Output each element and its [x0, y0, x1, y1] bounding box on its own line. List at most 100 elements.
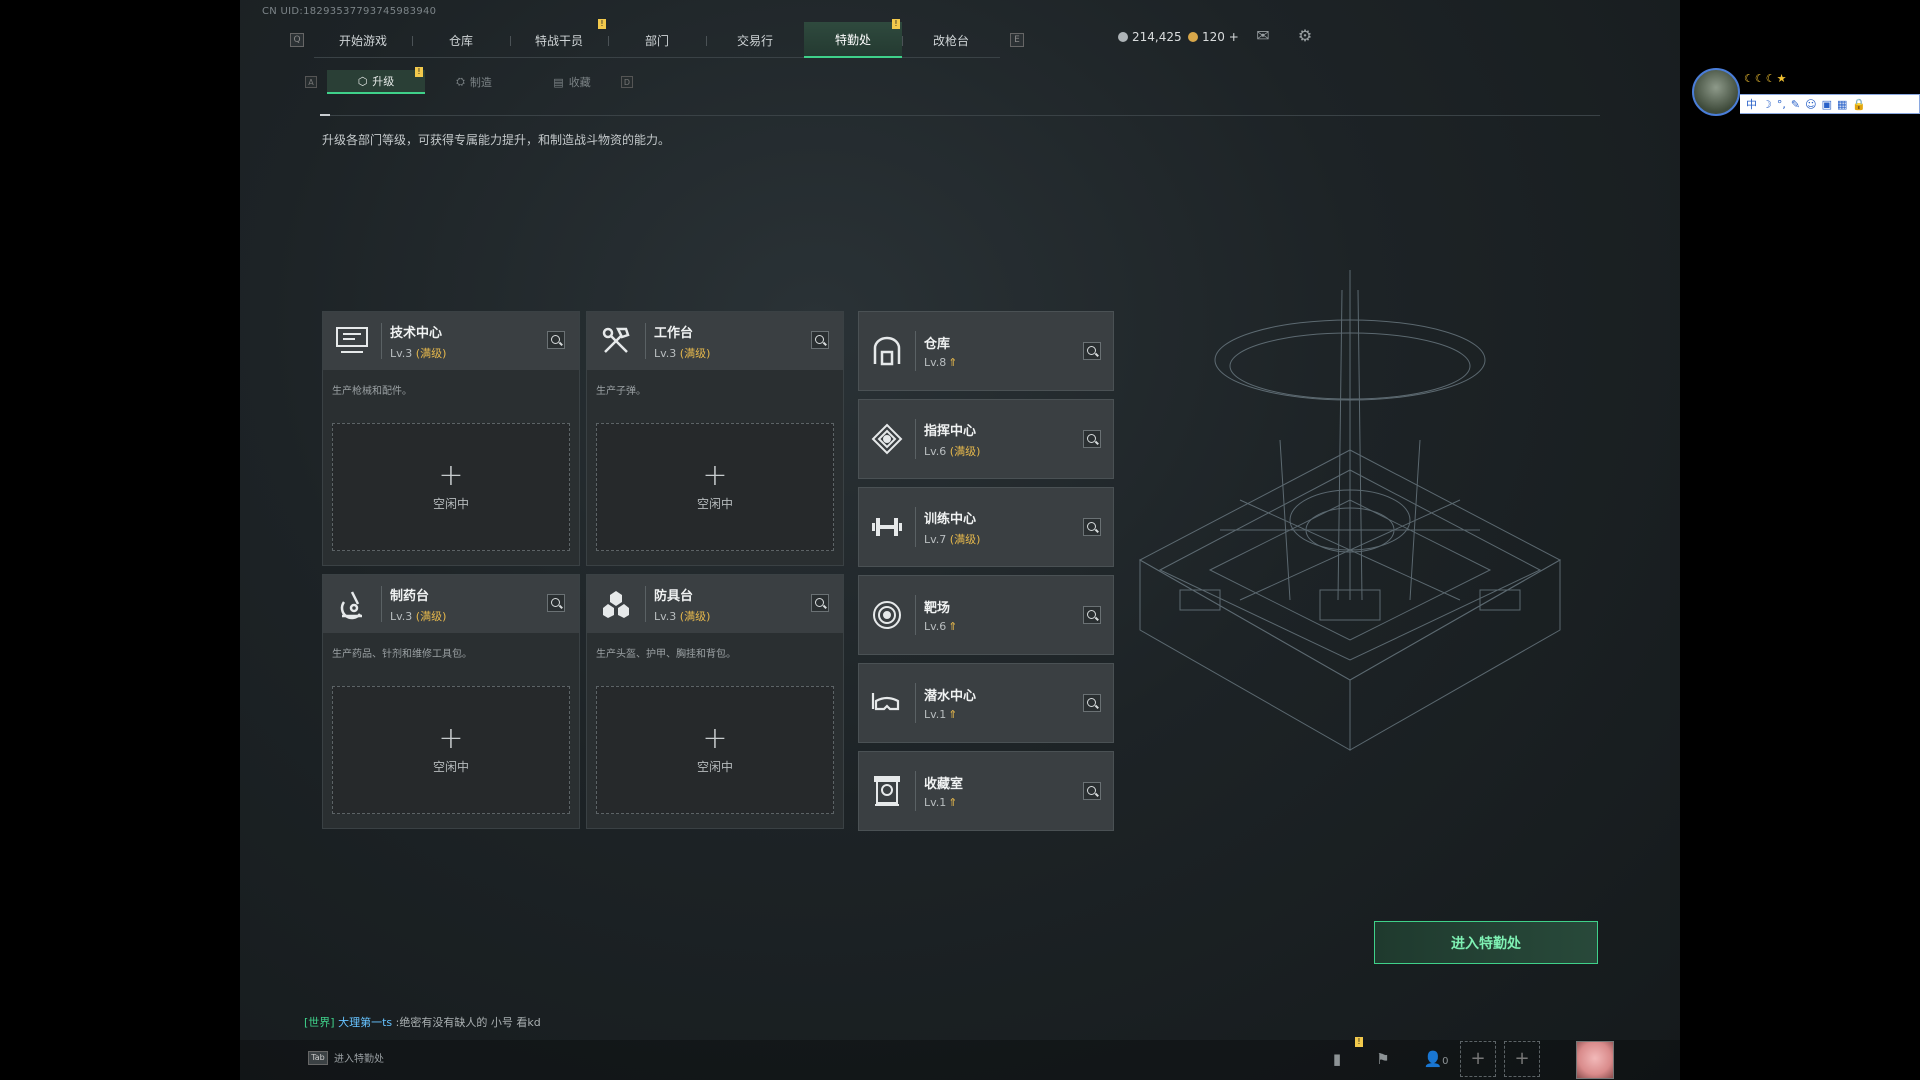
nav-tab-label: 开始游戏 [338, 33, 387, 48]
department-level: Lv.6 (满级) [924, 443, 980, 459]
department-item[interactable]: 靶场 Lv.6 ⇑ [858, 575, 1114, 655]
card-level: Lv.3 (满级) [654, 345, 710, 361]
card-header[interactable]: 制药台 Lv.3 (满级) [323, 575, 579, 633]
level-value: Lv.8 [924, 356, 947, 369]
gold-coin-icon [1188, 32, 1198, 42]
chat-line[interactable]: [世界] 大理第一ts :绝密有没有缺人的 小号 看kd [304, 1014, 541, 1030]
divider [915, 507, 916, 547]
team-slot-1[interactable]: + [1460, 1041, 1496, 1077]
divider [915, 419, 916, 459]
notification-marker: ! [415, 67, 423, 77]
slot-status: 空闲中 [432, 496, 469, 511]
max-level-label: (满级) [679, 346, 711, 360]
nav-tab-2[interactable]: 特战干员! [510, 19, 608, 58]
card-description: 生产枪械和配件。 [332, 386, 412, 397]
production-slot[interactable]: + 空闲中 [596, 686, 834, 814]
notification-marker: ! [598, 19, 606, 29]
overlay-toolbar[interactable]: 中 ☽ °, ✎ ☺ ▣ ▦ 🔒 [1740, 94, 1920, 114]
card-header[interactable]: 技术中心 Lv.3 (满级) [323, 312, 579, 370]
nav-tab-3[interactable]: 部门 [608, 22, 706, 58]
card-header[interactable]: 工作台 Lv.3 (满级) [587, 312, 843, 370]
production-slot[interactable]: + 空闲中 [596, 423, 834, 551]
subnav-next-key[interactable]: D [621, 76, 633, 88]
punctuation-icon[interactable]: °, [1777, 98, 1786, 111]
nav-next-key[interactable]: E [1010, 33, 1024, 47]
card-level: Lv.3 (满级) [390, 608, 446, 624]
overlay-rank-icons: ☾☾☾★ [1744, 72, 1788, 85]
slot-status: 空闲中 [696, 759, 733, 774]
sub-tab-0[interactable]: ⬡ 升级! [327, 67, 425, 94]
tools-icon [587, 312, 645, 370]
nav-tab-5[interactable]: 特勤处! [804, 19, 902, 58]
max-level-label: (满级) [415, 346, 447, 360]
lock-icon[interactable]: 🔒 [1852, 98, 1866, 111]
notification-marker: ! [892, 19, 900, 29]
sub-nav: A ⬡ 升级! ⛭ 制造 ▤ 收藏 D [305, 67, 633, 94]
nav-tab-6[interactable]: 改枪台 [902, 22, 1000, 58]
nav-tab-label: 特勤处 [834, 32, 871, 47]
chat-channel: [世界] [304, 1016, 335, 1029]
grid-icon[interactable]: ▦ [1837, 98, 1847, 111]
shirt-icon[interactable]: ▣ [1822, 98, 1832, 111]
stats-icon[interactable]: ▮ [1326, 1048, 1348, 1070]
department-level: Lv.1 ⇑ [924, 708, 976, 721]
sub-tab-label: 升级 [372, 75, 395, 88]
level-value: Lv.3 [390, 609, 413, 623]
sub-tab-1[interactable]: ⛭ 制造 [425, 70, 523, 94]
department-item[interactable]: 潜水中心 Lv.1 ⇑ [858, 663, 1114, 743]
player-avatar[interactable] [1576, 1041, 1614, 1079]
department-item[interactable]: 收藏室 Lv.1 ⇑ [858, 751, 1114, 831]
moon-icon[interactable]: ☽ [1762, 98, 1772, 111]
search-icon[interactable] [1083, 782, 1101, 800]
production-slot[interactable]: + 空闲中 [332, 423, 570, 551]
command-icon [859, 399, 915, 479]
production-card: 制药台 Lv.3 (满级) 生产药品、针剂和维修工具包。 + 空闲中 [322, 574, 580, 829]
plus-icon: + [438, 457, 464, 493]
search-icon[interactable] [1083, 342, 1101, 360]
card-header[interactable]: 防具台 Lv.3 (满级) [587, 575, 843, 633]
team-slot-2[interactable]: + [1504, 1041, 1540, 1077]
ime-chinese-icon[interactable]: 中 [1746, 96, 1757, 112]
nav-tab-label: 改枪台 [932, 33, 969, 48]
department-item[interactable]: 指挥中心 Lv.6 (满级) [858, 399, 1114, 479]
search-icon[interactable] [811, 594, 829, 612]
department-item[interactable]: 训练中心 Lv.7 (满级) [858, 487, 1114, 567]
tab-hint[interactable]: Tab 进入特勤处 [308, 1050, 384, 1065]
level-value: Lv.1 [924, 796, 947, 809]
wrench-icon[interactable]: ✎ [1791, 98, 1800, 111]
search-icon[interactable] [1083, 430, 1101, 448]
search-icon[interactable] [811, 331, 829, 349]
gear-icon[interactable]: ⚙ [1295, 28, 1315, 44]
friends-icon[interactable]: 👤0 [1416, 1048, 1456, 1070]
chat-sender[interactable]: 大理第一ts [338, 1016, 392, 1029]
search-icon[interactable] [547, 331, 565, 349]
level-value: Lv.3 [654, 346, 677, 360]
smiley-icon[interactable]: ☺ [1805, 98, 1816, 111]
department-title: 仓库 [924, 337, 951, 352]
subnav-prev-key[interactable]: A [305, 76, 317, 88]
nav-prev-key[interactable]: Q [290, 33, 304, 47]
production-slot[interactable]: + 空闲中 [332, 686, 570, 814]
sub-tab-2[interactable]: ▤ 收藏 [523, 70, 621, 94]
card-description: 生产子弹。 [596, 386, 646, 397]
search-icon[interactable] [1083, 518, 1101, 536]
gold-currency[interactable]: 120 + [1188, 30, 1239, 44]
level-value: Lv.3 [654, 609, 677, 623]
sub-tab-label: 制造 [469, 76, 492, 89]
search-icon[interactable] [547, 594, 565, 612]
flag-icon[interactable]: ⚑ [1372, 1048, 1394, 1070]
level-value: Lv.1 [924, 708, 947, 721]
microscope-icon [323, 575, 381, 633]
nav-tab-1[interactable]: 仓库 [412, 22, 510, 58]
department-item[interactable]: 仓库 Lv.8 ⇑ [858, 311, 1114, 391]
nav-tab-4[interactable]: 交易行 [706, 22, 804, 58]
nav-tab-0[interactable]: 开始游戏 [314, 22, 412, 58]
department-level: Lv.1 ⇑ [924, 796, 963, 809]
warehouse-icon [859, 311, 915, 391]
divider [381, 323, 382, 359]
search-icon[interactable] [1083, 694, 1101, 712]
mail-icon[interactable]: ✉ [1253, 28, 1273, 44]
enter-facility-button[interactable]: 进入特勤处 [1374, 921, 1598, 964]
search-icon[interactable] [1083, 606, 1101, 624]
card-title: 防具台 [654, 588, 694, 604]
